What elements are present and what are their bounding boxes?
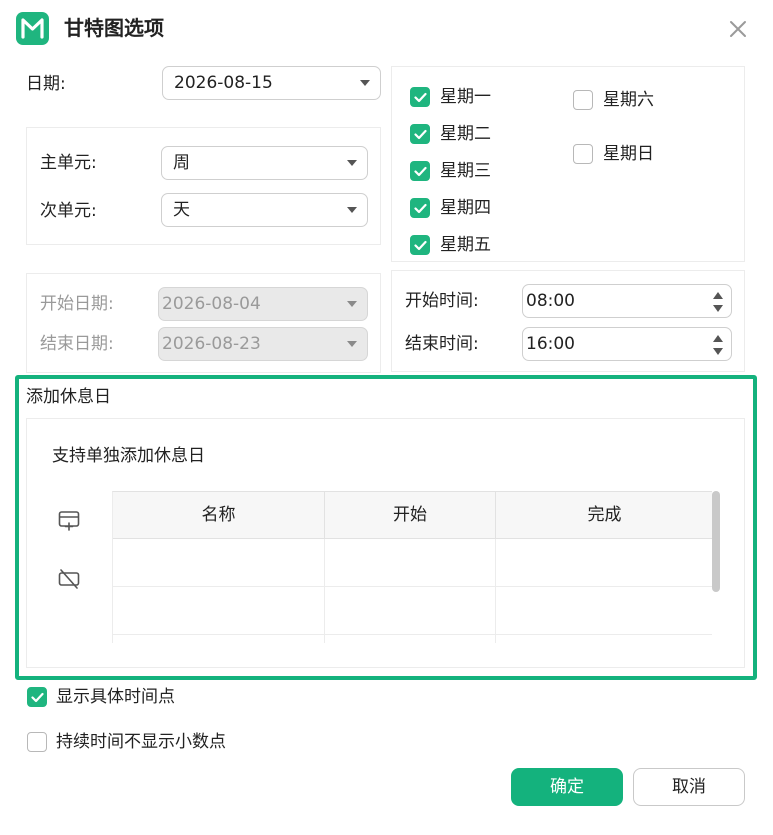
start-time-label: 开始时间: [405, 291, 479, 311]
chevron-down-icon [347, 301, 357, 307]
spin-down-icon[interactable] [713, 305, 723, 312]
table-scrollbar-thumb[interactable] [712, 491, 720, 592]
chevron-down-icon [347, 207, 357, 213]
column-header-start[interactable]: 开始 [325, 492, 496, 539]
weekday-checkbox-thu[interactable] [410, 198, 430, 218]
end-time-spinbox[interactable]: 16:00 [522, 327, 732, 361]
weekday-label-fri: 星期五 [440, 235, 491, 255]
table-cell[interactable] [325, 635, 496, 643]
holidays-table: 名称 开始 完成 [112, 491, 712, 643]
minor-unit-label: 次单元: [40, 201, 97, 221]
weekday-label-sun: 星期日 [603, 144, 654, 164]
weekday-checkbox-sun[interactable] [573, 144, 593, 164]
major-unit-value: 周 [173, 153, 190, 173]
add-holiday-icon[interactable] [57, 508, 81, 532]
chevron-down-icon [360, 80, 370, 86]
chevron-down-icon [347, 341, 357, 347]
table-header: 名称 开始 完成 [113, 492, 712, 539]
end-date-select[interactable]: 2026-08-23 [158, 327, 368, 361]
table-cell[interactable] [113, 587, 325, 635]
weekday-checkbox-tue[interactable] [410, 124, 430, 144]
weekday-checkbox-fri[interactable] [410, 235, 430, 255]
major-unit-select[interactable]: 周 [161, 146, 368, 180]
weekday-label-sat: 星期六 [603, 90, 654, 110]
start-time-spinbox[interactable]: 08:00 [522, 284, 732, 318]
column-header-finish[interactable]: 完成 [496, 492, 712, 539]
show-time-points-label: 显示具体时间点 [56, 687, 175, 707]
weekday-checkbox-sat[interactable] [573, 90, 593, 110]
weekday-label-mon: 星期一 [440, 87, 491, 107]
major-unit-label: 主单元: [40, 153, 97, 173]
column-header-name[interactable]: 名称 [113, 492, 325, 539]
ok-button[interactable]: 确定 [511, 768, 623, 806]
table-cell[interactable] [496, 539, 712, 587]
weekday-checkbox-wed[interactable] [410, 161, 430, 181]
holidays-section-title: 添加休息日 [26, 387, 111, 407]
table-cell[interactable] [113, 539, 325, 587]
date-value: 2026-08-15 [174, 73, 273, 93]
end-time-label: 结束时间: [405, 334, 479, 354]
weekday-label-thu: 星期四 [440, 198, 491, 218]
date-label: 日期: [26, 74, 66, 94]
delete-holiday-icon[interactable] [57, 567, 81, 591]
start-time-value: 08:00 [526, 291, 575, 311]
spin-up-icon[interactable] [713, 292, 723, 299]
spin-down-icon[interactable] [713, 348, 723, 355]
cancel-button[interactable]: 取消 [633, 768, 745, 806]
end-date-value: 2026-08-23 [162, 334, 261, 354]
no-decimal-duration-label: 持续时间不显示小数点 [56, 732, 226, 752]
table-row[interactable] [113, 587, 712, 635]
table-cell[interactable] [113, 635, 325, 643]
end-time-value: 16:00 [526, 334, 575, 354]
spin-up-icon[interactable] [713, 335, 723, 342]
chevron-down-icon [347, 160, 357, 166]
no-decimal-duration-checkbox[interactable] [27, 732, 47, 752]
weekday-label-tue: 星期二 [440, 124, 491, 144]
units-panel [26, 127, 381, 245]
table-cell[interactable] [325, 539, 496, 587]
table-row[interactable] [113, 635, 712, 643]
end-date-label: 结束日期: [40, 334, 114, 354]
table-row[interactable] [113, 539, 712, 587]
weekday-checkbox-mon[interactable] [410, 87, 430, 107]
holidays-hint: 支持单独添加休息日 [52, 446, 205, 466]
gantt-options-dialog: 甘特图选项 日期: 2026-08-15 主单元: 周 次单元: 天 星期一 星… [0, 0, 773, 835]
minor-unit-value: 天 [173, 200, 190, 220]
start-date-value: 2026-08-04 [162, 294, 261, 314]
close-icon[interactable] [726, 17, 750, 41]
minor-unit-select[interactable]: 天 [161, 193, 368, 227]
start-date-label: 开始日期: [40, 294, 114, 314]
weekday-label-wed: 星期三 [440, 161, 491, 181]
table-cell[interactable] [325, 587, 496, 635]
dialog-title: 甘特图选项 [64, 16, 164, 40]
table-cell[interactable] [496, 587, 712, 635]
start-date-select[interactable]: 2026-08-04 [158, 287, 368, 321]
table-cell[interactable] [496, 635, 712, 643]
app-logo-icon [16, 12, 49, 45]
date-select[interactable]: 2026-08-15 [162, 66, 381, 100]
show-time-points-checkbox[interactable] [27, 687, 47, 707]
